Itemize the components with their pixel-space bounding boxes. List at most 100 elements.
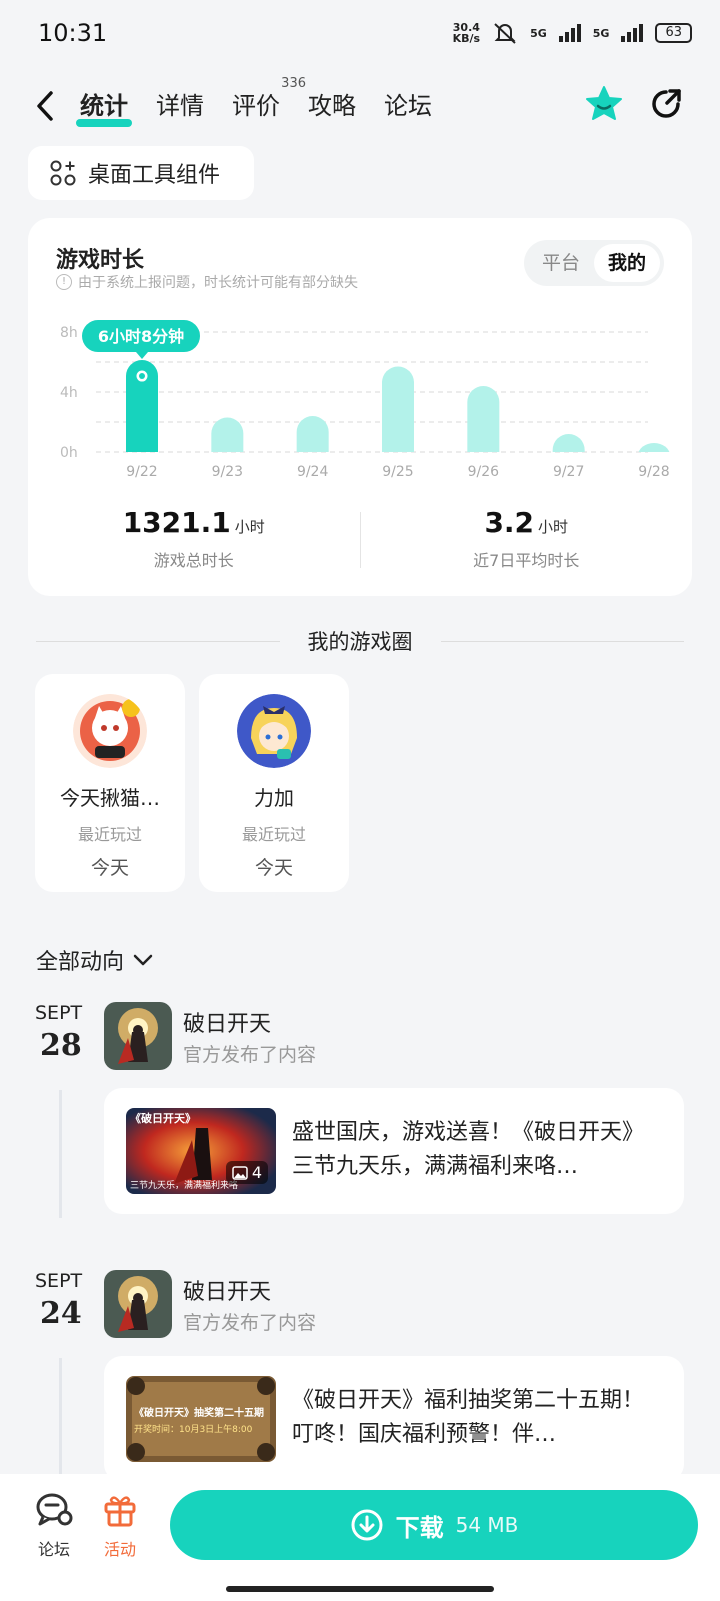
- timeline-line: [59, 1358, 62, 1486]
- thumb-caption: 三节九天乐，满满福利来咯: [130, 1179, 238, 1191]
- chat-icon: [36, 1493, 73, 1526]
- bottom-action-bar: 论坛 活动 下载 54 MB: [0, 1474, 720, 1601]
- post-text: 盛世国庆，游戏送喜！《破日开天》三节九天乐，满满福利来咯…: [292, 1120, 645, 1179]
- total-playtime-value: 1321.1: [122, 506, 231, 539]
- chart-x-label: 9/23: [212, 464, 243, 480]
- chart-x-label: 9/28: [638, 464, 669, 480]
- download-label: 下载: [395, 1513, 444, 1542]
- chart-highlight-dot-inner: [139, 373, 145, 380]
- feed-action: 官方发布了内容: [183, 1312, 317, 1334]
- timeline-line: [59, 1090, 62, 1218]
- game-name: 力加: [254, 786, 294, 810]
- feed-date-month: SEPT: [35, 1002, 83, 1024]
- chart-x-label: 9/25: [382, 464, 413, 480]
- game-avatar: [73, 694, 147, 768]
- post-card[interactable]: 《破日开天》抽奖第二十五期 开奖时间：10月3日上午8:00 《破日开天》福利抽…: [104, 1356, 684, 1482]
- game-icon[interactable]: [104, 1270, 172, 1338]
- mute-icon: [494, 23, 516, 44]
- feed-action: 官方发布了内容: [183, 1044, 317, 1066]
- girl-game-icon: [237, 694, 311, 768]
- chart-tooltip-text: 6小时8分钟: [98, 327, 184, 346]
- post-thumbnail: 《破日开天》 三节九天乐，满满福利来咯 4: [126, 1108, 276, 1194]
- share-icon: [652, 89, 681, 118]
- favorite-button[interactable]: [584, 84, 624, 124]
- chart-y-tick: 8h: [60, 325, 78, 341]
- chart-x-label: 9/22: [126, 464, 157, 480]
- chart-bar[interactable]: [382, 366, 414, 469]
- widget-button-label: 桌面工具组件: [88, 163, 221, 188]
- chart-y-tick: 0h: [60, 445, 78, 461]
- playtime-segment: 平台 我的: [524, 240, 664, 286]
- star-icon: [586, 86, 622, 120]
- playtime-chart: 8h 4h 0h 9/22 6小时8分钟 9/23 9/24 9/25 9/26 9/27 9/28: [28, 318, 692, 518]
- post-text: 《破日开天》福利抽奖第二十五期！ 叮咚！国庆福利预警！伴…: [292, 1388, 645, 1447]
- game-avatar: [237, 694, 311, 768]
- warrior-game-icon: [104, 1002, 172, 1070]
- feed-date-day: 24: [40, 1296, 82, 1331]
- game-card[interactable]: 今天揪猫… 最近玩过 今天: [35, 674, 185, 892]
- playtime-note: ! 由于系统上报问题，时长统计可能有部分缺失: [56, 272, 358, 292]
- chart-y-tick: 4h: [60, 385, 78, 401]
- warrior-game-icon: [104, 1270, 172, 1338]
- feed-filter-dropdown[interactable]: 全部动向: [36, 944, 154, 976]
- info-icon: !: [56, 274, 72, 290]
- segment-mine[interactable]: 我的: [594, 244, 660, 282]
- event-button[interactable]: 活动: [90, 1492, 150, 1560]
- post-thumbnail: 《破日开天》抽奖第二十五期 开奖时间：10月3日上午8:00: [126, 1376, 276, 1462]
- tab-details[interactable]: 详情: [156, 86, 204, 129]
- nav-actions: [584, 84, 686, 124]
- tab-stats[interactable]: 统计: [76, 86, 132, 129]
- top-nav: 统计 详情 评价 336 攻略 论坛: [0, 76, 720, 138]
- game-last-played-label: 最近玩过: [77, 825, 142, 844]
- total-playtime-label: 游戏总时长: [153, 551, 234, 570]
- post-thumbnail-art: 《破日开天》抽奖第二十五期 开奖时间：10月3日上午8:00: [126, 1376, 276, 1462]
- feed-date-month: SEPT: [35, 1270, 83, 1292]
- tab-reviews[interactable]: 评价 336: [232, 76, 306, 129]
- total-playtime: 1321.1 小时 游戏总时长: [28, 506, 360, 586]
- network-speed: 30.4 KB/s: [452, 21, 481, 45]
- divider-right: [440, 640, 684, 642]
- image-count-badge: 4: [225, 1161, 268, 1184]
- gift-icon: [104, 1496, 136, 1527]
- game-circle-title: 我的游戏圈: [307, 630, 413, 654]
- share-button[interactable]: [646, 84, 686, 124]
- status-time: 10:31: [38, 19, 108, 47]
- chevron-left-icon: [37, 91, 53, 121]
- signal-icon-2: [621, 24, 644, 42]
- post-card[interactable]: 《破日开天》 三节九天乐，满满福利来咯 4 盛世国庆，游戏送喜！《破日开天》三节…: [104, 1088, 684, 1214]
- thumb-title: 《破日开天》: [130, 1111, 196, 1125]
- tab-forum[interactable]: 论坛: [384, 86, 432, 129]
- download-button[interactable]: 下载 54 MB: [170, 1490, 698, 1560]
- chart-bar[interactable]: [467, 386, 500, 468]
- chart-x-label: 9/26: [468, 464, 500, 480]
- playtime-bar-chart: 8h 4h 0h 9/22 6小时8分钟 9/23 9/24 9/25 9/26 9/27 9/28: [60, 320, 670, 480]
- avg-playtime-value: 3.2: [484, 506, 535, 539]
- home-indicator: [226, 1586, 494, 1592]
- desktop-widget-button[interactable]: 桌面工具组件: [28, 146, 254, 200]
- image-icon: [232, 1165, 248, 1180]
- chart-x-label: 9/27: [553, 464, 584, 480]
- game-circle-list: 今天揪猫… 最近玩过 今天 力加 最近玩过 今天: [35, 674, 349, 892]
- chart-bar[interactable]: [296, 416, 329, 468]
- status-bar: 10:31 30.4 KB/s 5G 5G 63: [0, 0, 720, 66]
- back-button[interactable]: [34, 90, 56, 130]
- widgets-icon: [50, 160, 76, 186]
- download-icon: [351, 1509, 383, 1541]
- playtime-card: 游戏时长 ! 由于系统上报问题，时长统计可能有部分缺失 平台 我的 8h 4h 0h…: [28, 218, 692, 596]
- chart-bar[interactable]: [211, 417, 244, 469]
- battery-icon: 63: [655, 23, 692, 43]
- feed-filter-label: 全部动向: [36, 950, 125, 975]
- feed-game-name: 破日开天: [183, 1012, 272, 1037]
- download-size: 54 MB: [455, 1513, 519, 1537]
- segment-platform[interactable]: 平台: [528, 244, 594, 282]
- game-last-played-label: 最近玩过: [241, 825, 306, 844]
- chart-bar[interactable]: [552, 434, 585, 468]
- game-card[interactable]: 力加 最近玩过 今天: [199, 674, 349, 892]
- feed-date-day: 28: [40, 1028, 82, 1063]
- total-playtime-unit: 小时: [234, 518, 265, 536]
- feed-game-name: 破日开天: [183, 1280, 272, 1305]
- tab-guides[interactable]: 攻略: [308, 86, 356, 129]
- forum-label: 论坛: [37, 1540, 70, 1559]
- forum-button[interactable]: 论坛: [24, 1492, 84, 1560]
- game-icon[interactable]: [104, 1002, 172, 1070]
